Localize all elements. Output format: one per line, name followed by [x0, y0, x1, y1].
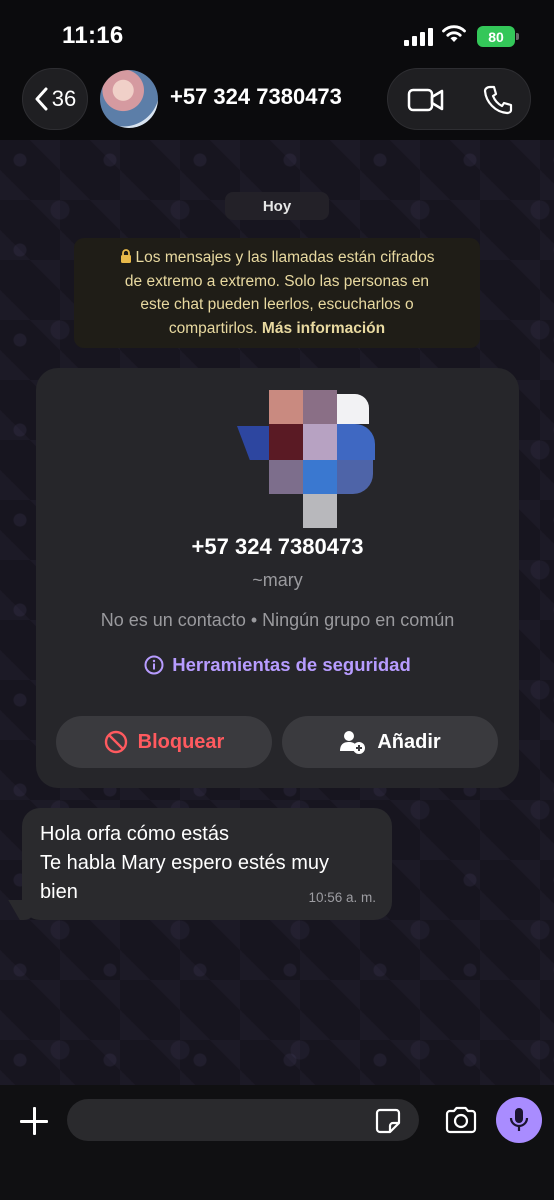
block-icon [104, 730, 127, 754]
battery-level: 80 [488, 28, 504, 45]
safety-tools-label: Herramientas de seguridad [172, 654, 411, 675]
add-person-icon [340, 731, 366, 754]
contact-info-card: +57 324 7380473 ~mary No es un contacto … [36, 368, 519, 788]
encryption-notice[interactable]: Los mensajes y las llamadas están cifrad… [74, 238, 480, 348]
call-controls [387, 68, 531, 130]
microphone-icon [509, 1108, 529, 1131]
video-call-icon[interactable] [407, 86, 445, 114]
encryption-line-4: compartirlos. [168, 319, 258, 337]
card-contact-status: No es un contacto • Ningún grupo en comú… [100, 610, 455, 630]
signal-icon [404, 28, 433, 46]
incoming-message[interactable]: Hola orfa cómo estás Te habla Mary esper… [22, 808, 392, 920]
voice-record-button[interactable] [496, 1097, 542, 1143]
blurred-profile-photo [237, 390, 375, 532]
chat-header: 36 +57 324 7380473 [0, 62, 554, 140]
back-button[interactable]: 36 [22, 68, 88, 130]
add-contact-button[interactable]: Añadir [282, 716, 498, 768]
camera-icon[interactable] [444, 1106, 478, 1134]
card-alias: ~mary [252, 570, 303, 590]
phone-call-icon[interactable] [483, 84, 513, 116]
unread-count: 36 [51, 86, 77, 111]
status-bar: 11:16 80 [0, 0, 554, 62]
sticker-icon[interactable] [374, 1107, 402, 1135]
back-chevron-icon [35, 87, 48, 111]
compose-bar [0, 1085, 554, 1200]
contact-avatar[interactable] [100, 70, 158, 128]
contact-name[interactable]: +57 324 7380473 [170, 84, 342, 110]
info-icon [144, 655, 164, 675]
status-time: 11:16 [62, 22, 124, 49]
plus-icon[interactable] [18, 1105, 50, 1137]
add-label: Añadir [377, 730, 441, 753]
battery-icon: 80 [477, 26, 519, 47]
message-timestamp: 10:56 a. m. [308, 890, 376, 905]
encryption-line-2: de extremo a extremo. Solo las personas … [124, 272, 430, 290]
encryption-line-3: este chat pueden leerlos, escucharlos o [140, 296, 414, 313]
safety-tools-link[interactable]: Herramientas de seguridad [36, 654, 519, 676]
message-input[interactable] [67, 1099, 419, 1141]
lock-icon [120, 249, 131, 263]
date-chip: Hoy [225, 192, 329, 220]
message-line: Te habla Mary espero estés muy [40, 852, 330, 874]
more-info-link[interactable]: Más información [262, 320, 385, 337]
block-button[interactable]: Bloquear [56, 716, 272, 768]
encryption-line-1: Los mensajes y las llamadas están cifrad… [135, 249, 435, 266]
card-phone-number: +57 324 7380473 [191, 534, 364, 559]
block-label: Bloquear [137, 730, 225, 753]
message-line: Hola orfa cómo estás [40, 823, 229, 845]
wifi-icon [442, 25, 466, 42]
